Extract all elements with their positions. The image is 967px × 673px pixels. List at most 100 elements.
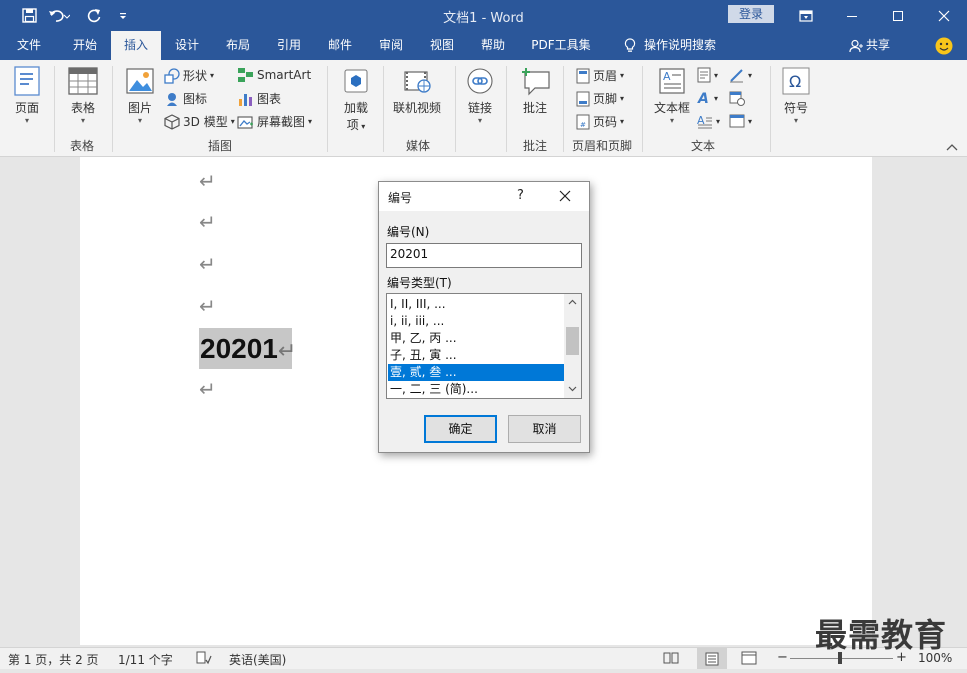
drop-cap-button[interactable]: A ▾	[697, 113, 720, 129]
svg-text:A: A	[697, 91, 709, 106]
screenshot-button[interactable]: 屏幕截图 ▾	[237, 113, 312, 130]
separator	[112, 66, 113, 152]
number-dialog: 编号 ? 编号(N) 20201 编号类型(T) I, II, III, ...…	[378, 181, 590, 453]
tab-insert[interactable]: 插入	[111, 31, 161, 60]
list-item[interactable]: 一, 二, 三 (简)...	[388, 381, 565, 398]
shapes-button[interactable]: 形状 ▾	[164, 67, 214, 84]
comment-button[interactable]: 批注	[515, 66, 555, 116]
footer-button[interactable]: 页脚 ▾	[576, 90, 624, 107]
list-item[interactable]: i, ii, iii, ...	[388, 313, 565, 330]
shapes-label: 形状	[183, 69, 208, 83]
smiley-feedback-icon[interactable]	[935, 37, 953, 58]
quick-parts-icon	[697, 67, 711, 83]
scroll-thumb[interactable]	[566, 327, 579, 355]
icons-button[interactable]: 图标	[164, 90, 207, 107]
signature-line-button[interactable]: ▾	[729, 67, 752, 83]
proofing-icon[interactable]	[196, 651, 212, 668]
lightbulb-icon	[624, 38, 636, 52]
object-button[interactable]: ▾	[729, 113, 752, 129]
smartart-button[interactable]: SmartArt	[237, 67, 311, 83]
header-label: 页眉	[593, 69, 618, 83]
list-item[interactable]: I, II, III, ...	[388, 296, 565, 313]
separator	[54, 66, 55, 152]
textbox-button[interactable]: A 文本框 ▾	[650, 66, 694, 125]
zoom-out-button[interactable]: −	[777, 650, 788, 665]
quick-parts-button[interactable]: ▾	[697, 67, 718, 83]
ribbon-display-options-icon[interactable]	[783, 0, 829, 31]
shapes-icon	[164, 67, 180, 84]
group-label-text: 文本	[690, 139, 715, 153]
word-count[interactable]: 1/11 个字	[118, 651, 173, 668]
tab-references[interactable]: 引用	[264, 31, 314, 60]
textbox-label: 文本框	[653, 101, 690, 115]
tell-me-search[interactable]: 操作说明搜索	[615, 31, 725, 60]
page-number-button[interactable]: # 页码 ▾	[576, 113, 624, 130]
tab-pdf-tools[interactable]: PDF工具集	[524, 31, 598, 60]
wordart-button[interactable]: A ▾	[697, 90, 718, 106]
tab-help[interactable]: 帮助	[468, 31, 518, 60]
separator	[455, 66, 456, 152]
page-count[interactable]: 第 1 页，共 2 页	[8, 651, 99, 668]
minimize-icon[interactable]	[829, 0, 875, 31]
separator	[327, 66, 328, 152]
chart-button[interactable]: 图表	[237, 90, 281, 107]
paragraph-mark: ↵	[199, 210, 216, 234]
read-mode-icon[interactable]	[663, 651, 679, 668]
3d-models-label: 3D 模型	[183, 115, 228, 129]
addins-label-line1: 加载	[343, 101, 368, 115]
date-time-button[interactable]	[729, 90, 745, 106]
number-type-list[interactable]: I, II, III, ... i, ii, iii, ... 甲, 乙, 丙 …	[386, 293, 582, 399]
web-layout-icon[interactable]	[741, 651, 757, 668]
footer-icon	[576, 91, 590, 106]
comment-icon	[522, 68, 550, 96]
list-item[interactable]: 甲, 乙, 丙 ...	[388, 330, 565, 347]
share-button[interactable]: 共享	[849, 31, 905, 60]
share-label: 共享	[866, 38, 891, 52]
link-button[interactable]: 链接 ▾	[462, 66, 498, 125]
tab-review[interactable]: 审阅	[366, 31, 416, 60]
picture-button[interactable]: 图片 ▾	[122, 66, 158, 125]
ok-button[interactable]: 确定	[424, 415, 497, 443]
symbol-button[interactable]: Ω 符号 ▾	[778, 66, 814, 125]
scroll-up-icon[interactable]	[568, 299, 577, 305]
login-button[interactable]: 登录	[728, 5, 774, 23]
number-text: 20201	[200, 333, 278, 364]
print-layout-icon[interactable]	[697, 648, 727, 669]
page-button[interactable]: 页面 ▾	[8, 66, 46, 125]
scroll-down-icon[interactable]	[568, 386, 577, 392]
collapse-ribbon-icon[interactable]	[946, 143, 958, 154]
symbol-label: 符号	[783, 101, 808, 115]
number-label: 编号(N)	[387, 225, 430, 239]
group-label-comments: 批注	[522, 139, 547, 153]
tab-home[interactable]: 开始	[60, 31, 110, 60]
tab-mailings[interactable]: 邮件	[315, 31, 365, 60]
tab-file[interactable]: 文件	[5, 31, 53, 60]
tab-view[interactable]: 视图	[417, 31, 467, 60]
number-input[interactable]: 20201	[386, 243, 582, 268]
online-video-button[interactable]: 联机视频	[390, 66, 444, 116]
help-button[interactable]: ?	[517, 188, 524, 203]
link-icon	[467, 68, 493, 94]
cancel-button[interactable]: 取消	[508, 415, 581, 443]
addins-button[interactable]: 加载 项 ▾	[337, 66, 375, 133]
maximize-icon[interactable]	[875, 0, 921, 31]
list-scrollbar[interactable]	[564, 294, 581, 398]
selected-number-text[interactable]: 20201↵	[199, 328, 296, 369]
language[interactable]: 英语(美国)	[229, 651, 286, 668]
header-button[interactable]: 页眉 ▾	[576, 67, 624, 84]
cube-icon	[164, 113, 180, 130]
dialog-close-icon[interactable]	[559, 190, 571, 205]
omega-icon: Ω	[782, 67, 810, 95]
tab-design[interactable]: 设计	[162, 31, 212, 60]
list-item[interactable]: 子, 丑, 寅 ...	[388, 347, 565, 364]
group-label-table: 表格	[69, 139, 94, 153]
title-bar: 文档1 - Word 登录	[0, 0, 967, 31]
close-icon[interactable]	[921, 0, 967, 31]
tab-layout[interactable]: 布局	[213, 31, 263, 60]
table-button[interactable]: 表格 ▾	[63, 66, 103, 125]
3d-models-button[interactable]: 3D 模型 ▾	[164, 113, 235, 130]
link-label: 链接	[467, 101, 492, 115]
list-item-selected[interactable]: 壹, 贰, 叁 ...	[388, 364, 565, 381]
icons-label: 图标	[183, 92, 208, 106]
online-video-label: 联机视频	[392, 101, 441, 115]
